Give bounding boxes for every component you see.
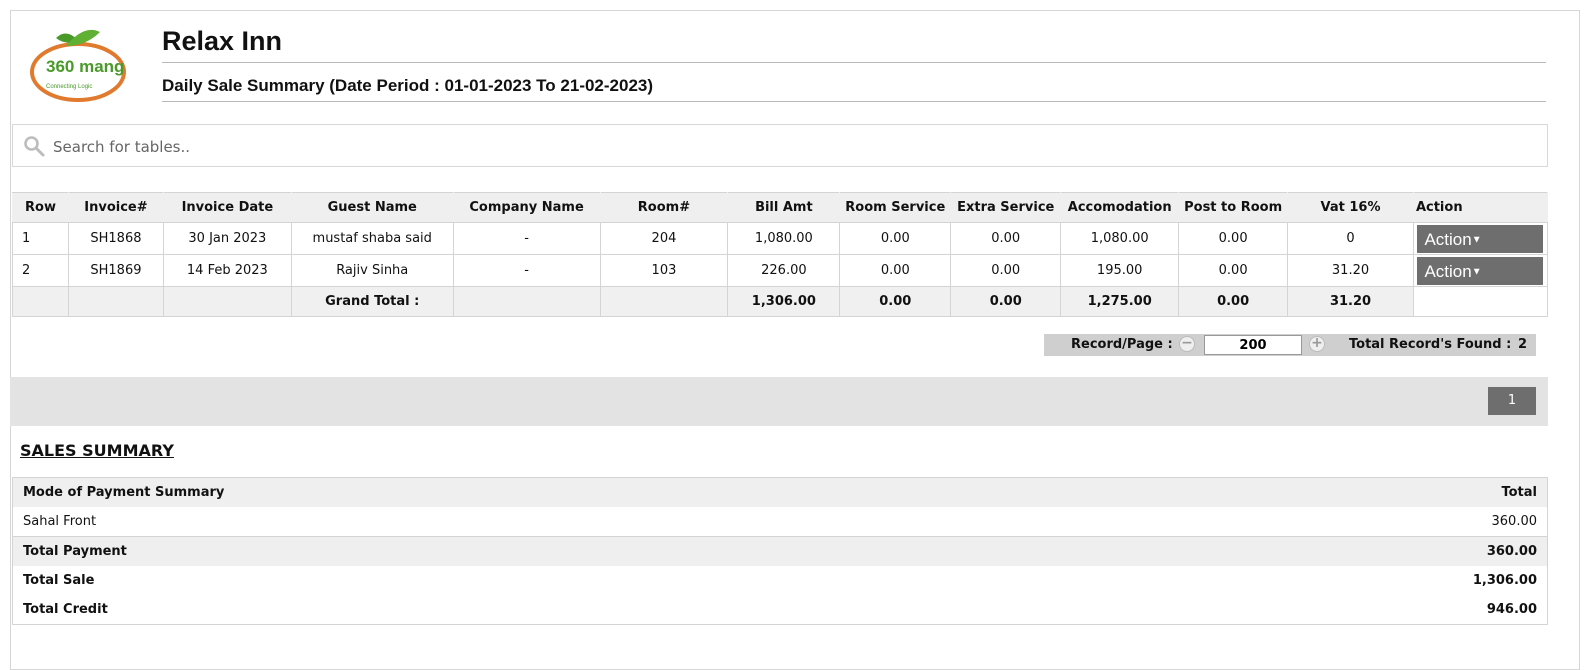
payment-mode-value: 360.00	[1491, 514, 1538, 529]
sales-table: Row Invoice# Invoice Date Guest Name Com…	[12, 192, 1549, 317]
summary-header-label: Mode of Payment Summary	[12, 477, 1124, 507]
sales-summary-heading: SALES SUMMARY	[20, 441, 174, 460]
records-found-count: 2	[1518, 337, 1528, 352]
column-header: Company Name	[452, 192, 601, 223]
caret-down-icon: ▼	[1471, 266, 1482, 278]
invoice-number: SH1869	[67, 254, 164, 287]
records-per-page-label: Record/Page :	[1071, 337, 1173, 352]
room-service: 0.00	[839, 222, 952, 255]
room-number: 103	[599, 254, 729, 287]
company-name: -	[452, 222, 601, 255]
total-payment-value: 360.00	[1123, 536, 1548, 566]
vat: 0	[1287, 222, 1414, 255]
total-sale-label: Total Sale	[23, 573, 95, 588]
column-header: Action	[1412, 192, 1549, 223]
total-accomodation: 1,275.00	[1060, 286, 1180, 317]
summary-header-row: Mode of Payment Summary Total	[12, 477, 1548, 507]
total-extra-service: 0.00	[950, 286, 1062, 317]
hotel-name: Relax Inn	[162, 26, 283, 56]
invoice-date: 30 Jan 2023	[162, 222, 292, 255]
room-service: 0.00	[839, 254, 952, 287]
invoice-number: SH1868	[67, 222, 164, 255]
column-header: Vat 16%	[1287, 192, 1414, 223]
guest-name: mustaf shaba said	[290, 222, 454, 255]
column-header: Room#	[599, 192, 729, 223]
caret-down-icon: ▼	[1471, 234, 1482, 246]
table-row: 1 SH1868 30 Jan 2023 mustaf shaba said -…	[12, 222, 1549, 255]
bill-amount: 1,080.00	[727, 222, 841, 255]
records-per-page-input[interactable]	[1204, 335, 1302, 355]
page-button[interactable]: 1	[1488, 387, 1536, 415]
total-sale-value: 1,306.00	[1472, 573, 1537, 588]
sales-summary-table: Mode of Payment Summary Total Sahal Fron…	[12, 477, 1548, 625]
accomodation: 195.00	[1060, 254, 1180, 287]
summary-row: Sahal Front 360.00	[13, 507, 1548, 537]
empty-cell	[1412, 286, 1549, 317]
logo-text: 360 mang	[46, 57, 124, 76]
row-number: 1	[12, 222, 69, 255]
summary-row: Total Credit 946.00	[13, 595, 1548, 625]
extra-service: 0.00	[950, 222, 1062, 255]
column-header: Invoice#	[67, 192, 164, 223]
total-vat: 31.20	[1287, 286, 1414, 317]
action-label: Action	[1424, 261, 1472, 281]
records-per-page-bar: Record/Page : − + Total Record's Found :…	[1044, 334, 1536, 356]
total-room-service: 0.00	[839, 286, 952, 317]
total-payment-label: Total Payment	[12, 536, 1124, 566]
room-number: 204	[599, 222, 729, 255]
action-button[interactable]: Action▼	[1417, 224, 1544, 253]
search-icon	[24, 136, 45, 157]
extra-service: 0.00	[950, 254, 1062, 287]
divider	[162, 62, 1546, 63]
accomodation: 1,080.00	[1060, 222, 1180, 255]
increase-icon[interactable]: +	[1309, 336, 1325, 352]
invoice-date: 14 Feb 2023	[162, 254, 292, 287]
total-credit-label: Total Credit	[23, 602, 108, 617]
summary-header-total: Total	[1123, 477, 1548, 507]
action-cell: Action▼	[1412, 254, 1549, 287]
divider	[162, 101, 1546, 102]
grand-total-row: Grand Total : 1,306.00 0.00 0.00 1,275.0…	[12, 286, 1549, 317]
action-cell: Action▼	[1412, 222, 1549, 255]
column-header: Post to Room	[1178, 192, 1289, 223]
search-box	[12, 124, 1548, 167]
column-header: Accomodation	[1060, 192, 1180, 223]
guest-name: Rajiv Sinha	[290, 254, 454, 287]
total-credit-value: 946.00	[1486, 602, 1537, 617]
logo: 360 mang Connecting Logic	[30, 29, 126, 102]
search-input[interactable]	[51, 131, 1535, 163]
empty-cell	[12, 286, 69, 317]
total-bill-amount: 1,306.00	[727, 286, 841, 317]
column-header: Guest Name	[290, 192, 454, 223]
decrease-icon[interactable]: −	[1179, 336, 1195, 352]
payment-mode-name: Sahal Front	[23, 514, 97, 529]
table-row: 2 SH1869 14 Feb 2023 Rajiv Sinha - 103 2…	[12, 254, 1549, 287]
post-to-room: 0.00	[1178, 222, 1289, 255]
column-header: Room Service	[839, 192, 952, 223]
table-header-row: Row Invoice# Invoice Date Guest Name Com…	[12, 192, 1549, 223]
bill-amount: 226.00	[727, 254, 841, 287]
grand-total-label: Grand Total :	[290, 286, 454, 317]
empty-cell	[162, 286, 292, 317]
summary-row: Total Sale 1,306.00	[13, 566, 1548, 595]
column-header: Extra Service	[950, 192, 1062, 223]
records-found-label: Total Record's Found :	[1349, 337, 1512, 352]
empty-cell	[452, 286, 601, 317]
report-title: Daily Sale Summary (Date Period : 01-01-…	[162, 76, 654, 95]
empty-cell	[599, 286, 729, 317]
company-name: -	[452, 254, 601, 287]
empty-cell	[67, 286, 164, 317]
vat: 31.20	[1287, 254, 1414, 287]
column-header: Invoice Date	[162, 192, 292, 223]
post-to-room: 0.00	[1178, 254, 1289, 287]
summary-row: Total Payment 360.00	[12, 536, 1548, 566]
logo-tagline: Connecting Logic	[46, 84, 92, 90]
total-post-to-room: 0.00	[1178, 286, 1289, 317]
column-header: Bill Amt	[727, 192, 841, 223]
action-button[interactable]: Action▼	[1417, 256, 1544, 285]
row-number: 2	[12, 254, 69, 287]
action-label: Action	[1424, 229, 1472, 249]
pagination-bar: 1	[10, 377, 1548, 426]
column-header: Row	[12, 192, 69, 223]
